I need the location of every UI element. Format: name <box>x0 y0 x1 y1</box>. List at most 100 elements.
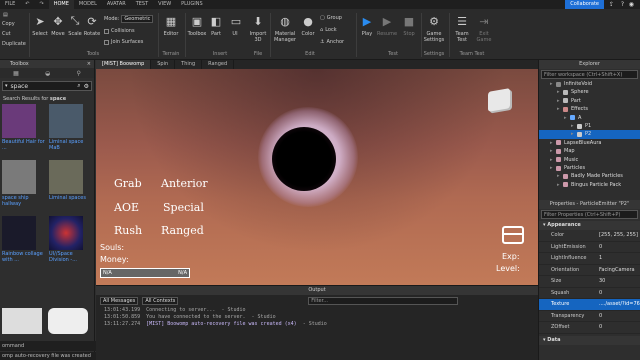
properties-filter-input[interactable]: Filter Properties (Ctrl+Shift+P) <box>541 210 638 219</box>
import-3d-button[interactable]: ⬇ Import 3D <box>249 14 267 44</box>
explorer-item[interactable]: ▸ Sphere <box>539 88 640 96</box>
duplicate-button[interactable]: Duplicate <box>2 41 26 47</box>
scale-tool-button[interactable]: ⤡ Scale <box>67 14 83 37</box>
explorer-item[interactable]: ▸ Bingus Particle Pack <box>539 181 640 189</box>
menu-plugins[interactable]: PLUGINS <box>176 0 207 9</box>
context-filter-dropdown[interactable]: All Contexts <box>142 297 179 305</box>
explorer-item[interactable]: ▸ Particles <box>539 164 640 172</box>
mode-selector[interactable]: Mode: Geometric <box>104 15 154 23</box>
property-value[interactable]: 0 <box>599 311 640 322</box>
category-dropdown-icon[interactable]: ▾ <box>5 83 8 89</box>
collisions-checkbox[interactable] <box>104 28 109 34</box>
location-icon[interactable]: ⚲ <box>76 70 80 77</box>
skill-special[interactable]: Special <box>163 201 204 214</box>
explorer-item[interactable]: ▸ InfiniteVoid <box>539 80 640 88</box>
explorer-item[interactable]: ▸ Map <box>539 147 640 155</box>
menu-test[interactable]: TEST <box>131 0 153 9</box>
lock-button[interactable]: ⌂ Lock <box>320 27 337 33</box>
property-row[interactable]: Size 30 <box>539 276 640 288</box>
game-settings-button[interactable]: ⚙ Game Settings <box>423 14 445 44</box>
play-button[interactable]: ▶ Play <box>359 14 375 38</box>
skill-anterior[interactable]: Anterior <box>161 177 208 190</box>
toolbox-item[interactable]: Liminal space MaB <box>49 104 94 158</box>
property-value[interactable]: FacingCamera <box>599 265 640 276</box>
item-caption[interactable]: Liminal spaces <box>49 195 94 201</box>
terrain-editor-button[interactable]: ▦ Editor <box>161 14 181 38</box>
toolbox-item[interactable]: Rainbow collage with ... <box>2 216 47 270</box>
item-caption[interactable]: Beautiful Hair for ... <box>2 139 47 151</box>
menu-file[interactable]: FILE <box>0 0 20 9</box>
toolbox-item[interactable]: space ship hallway <box>2 160 47 214</box>
skill-aoe[interactable]: AOE <box>114 201 139 214</box>
menu-avatar[interactable]: AVATAR <box>102 0 131 9</box>
help-icon[interactable]: ? <box>621 1 624 8</box>
collaborate-button[interactable]: Collaborate <box>565 0 604 9</box>
search-icon[interactable]: ⌕ <box>77 82 80 90</box>
mode-dropdown[interactable]: Geometric <box>121 15 154 23</box>
toolbox-item[interactable]: Beautiful Hair for ... <box>2 104 47 158</box>
item-caption[interactable]: Rainbow collage with ... <box>2 251 47 263</box>
command-bar[interactable]: ommand <box>0 341 96 351</box>
resume-button[interactable]: ▶ Resume <box>376 14 398 38</box>
notifications-icon[interactable]: ◉ <box>629 1 634 8</box>
select-tool-button[interactable]: ➤ Select <box>31 14 49 38</box>
property-value[interactable]: 0 <box>599 322 640 333</box>
ui-button[interactable]: ▭ UI <box>229 14 241 38</box>
property-row[interactable]: Texture ..../asset/?id=7605... <box>539 299 640 311</box>
explorer-item[interactable]: ▸ P2 <box>539 130 640 139</box>
property-row[interactable]: Squash 0 <box>539 288 640 299</box>
category-appearance[interactable]: ▾ Appearance <box>539 221 640 230</box>
property-value[interactable]: 0 <box>599 288 640 299</box>
filter-icon[interactable]: ⚙ <box>84 83 89 90</box>
property-row[interactable]: LightInfluence 1 <box>539 253 640 265</box>
toolbox-search-input[interactable]: space <box>11 83 75 90</box>
explorer-item[interactable]: ▸ P1 <box>539 122 640 130</box>
tab-ranged[interactable]: Ranged <box>202 60 235 69</box>
property-value[interactable]: ..../asset/?id=7605... <box>599 299 640 310</box>
skill-ranged[interactable]: Ranged <box>161 224 204 237</box>
paste-button[interactable]: ▤ <box>3 12 8 18</box>
stop-button[interactable]: ■ Stop <box>401 14 417 38</box>
grid-icon[interactable]: ▦ <box>13 70 19 77</box>
property-value[interactable]: 0 <box>599 242 640 253</box>
category-data[interactable]: ▾ Data <box>539 335 640 345</box>
inventory-chest-icon[interactable] <box>502 226 524 244</box>
anchor-button[interactable]: ⚓ Anchor <box>320 39 344 45</box>
team-test-button[interactable]: ☰ Team Test <box>452 14 472 44</box>
item-caption[interactable]: UI//Space Division -... <box>49 251 94 263</box>
collisions-toggle[interactable]: Collisions <box>104 28 135 34</box>
part-button[interactable]: ◧ Part <box>209 14 223 38</box>
explorer-item[interactable]: ▸ Part <box>539 97 640 105</box>
property-row[interactable]: LightEmission 0 <box>539 242 640 253</box>
menu-undo-icon[interactable]: ↶ <box>20 0 34 9</box>
share-icon[interactable]: ⇪ <box>609 1 614 8</box>
copy-button[interactable]: Copy <box>2 21 15 27</box>
menu-redo-icon[interactable]: ↷ <box>35 0 49 9</box>
skill-grab[interactable]: Grab <box>114 177 142 190</box>
toolbox-search[interactable]: ▾ space ⌕ ⚙ <box>2 81 92 91</box>
item-caption[interactable]: Liminal space MaB <box>49 139 94 151</box>
view-cube-icon[interactable] <box>488 88 510 112</box>
explorer-item[interactable]: ▸ LapseBlueAura <box>539 139 640 147</box>
toolbox-item-thumbnail[interactable] <box>48 308 88 334</box>
exit-game-button[interactable]: ⇥ Exit Game <box>476 14 492 44</box>
move-tool-button[interactable]: ✥ Move <box>50 14 66 38</box>
black-hole-sphere[interactable] <box>272 127 336 191</box>
output-filter-input[interactable]: Filter... <box>308 297 459 305</box>
toolbox-button[interactable]: ▣ Toolbox <box>187 14 207 38</box>
item-caption[interactable]: space ship hallway <box>2 195 47 207</box>
message-filter-dropdown[interactable]: All Messages <box>100 297 139 305</box>
explorer-item[interactable]: ▸ Badly Made Particles <box>539 172 640 180</box>
property-row[interactable]: Transparency 0 <box>539 311 640 322</box>
menu-home[interactable]: HOME <box>48 0 74 9</box>
property-row[interactable]: ZOffset 0 <box>539 322 640 334</box>
toolbox-item-thumbnail[interactable] <box>2 308 42 334</box>
explorer-item[interactable]: ▸ A <box>539 114 640 122</box>
toolbox-item[interactable]: Liminal spaces <box>49 160 94 214</box>
close-icon[interactable]: × <box>87 60 91 68</box>
skill-rush[interactable]: Rush <box>114 224 142 237</box>
explorer-item[interactable]: ▸ Effects <box>539 105 640 113</box>
toolbox-item[interactable]: UI//Space Division -... <box>49 216 94 270</box>
property-row[interactable]: Orientation FacingCamera <box>539 265 640 276</box>
property-value[interactable]: 1 <box>599 253 640 264</box>
